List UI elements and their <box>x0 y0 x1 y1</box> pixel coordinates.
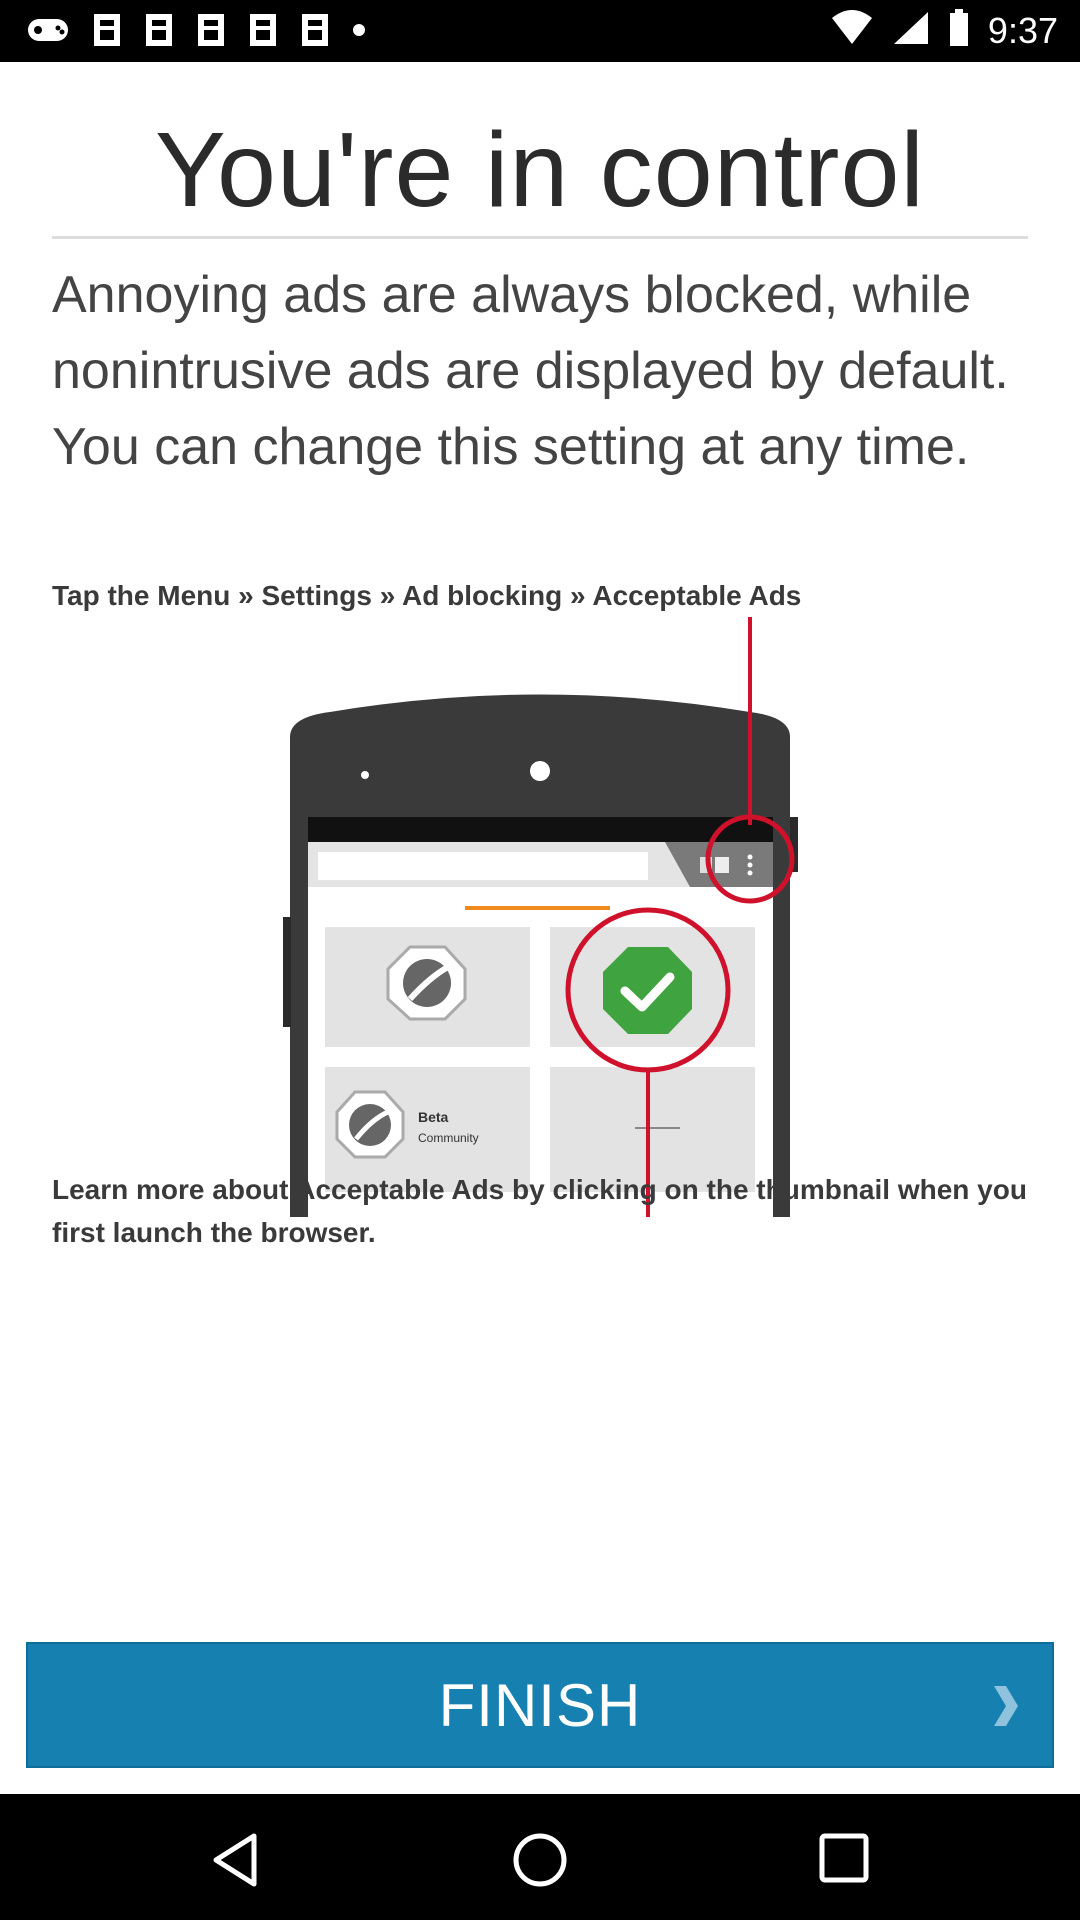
signal-icon <box>892 8 930 53</box>
page-title: You're in control <box>155 111 925 229</box>
menu-dot <box>747 854 753 860</box>
battery-icon <box>948 8 970 53</box>
home-icon[interactable] <box>512 1832 568 1893</box>
image-icon <box>144 12 174 53</box>
add-tile-icon <box>635 1127 680 1129</box>
finish-button[interactable]: FINISH <box>26 1642 1054 1768</box>
back-icon[interactable] <box>210 1832 260 1893</box>
learn-more-text: Learn more about Acceptable Ads by click… <box>52 1174 1027 1248</box>
active-tab-indicator <box>465 906 610 910</box>
beta-label: Beta <box>418 1109 449 1125</box>
status-time: 9:37 <box>987 9 1058 51</box>
menu-dot <box>747 870 753 876</box>
acceptable-ads-check-icon <box>603 947 692 1034</box>
image-icon <box>92 12 122 53</box>
phone-speaker-dot <box>361 771 369 779</box>
finish-button-label: FINISH <box>438 1671 642 1739</box>
community-label: Community <box>418 1131 479 1145</box>
phone-illustration: Beta Community <box>283 617 798 1217</box>
phone-camera-dot <box>530 761 550 781</box>
settings-path-instruction: Tap the Menu » Settings » Ad blocking » … <box>52 580 802 611</box>
image-icon <box>196 12 226 53</box>
chevron-right-icon <box>990 1684 1020 1733</box>
status-notifications <box>26 12 388 53</box>
lead-paragraph: Annoying ads are always blocked, while n… <box>52 266 1009 476</box>
onboarding-page: You're in control Annoying ads are alway… <box>0 62 1080 1794</box>
phone-side-button <box>283 917 291 1027</box>
navigation-bar <box>0 1794 1080 1920</box>
browser-status-strip <box>308 817 773 842</box>
dot-icon <box>352 23 366 42</box>
gamepad-icon <box>26 15 70 50</box>
status-system: 9:37 <box>812 8 1058 53</box>
image-icon <box>248 12 278 53</box>
image-icon <box>300 12 330 53</box>
browser-url-bar <box>318 852 648 880</box>
title-divider <box>52 236 1028 239</box>
status-bar: 9:37 <box>0 0 1080 62</box>
wifi-icon <box>830 8 874 53</box>
browser-tab-icon <box>715 857 729 873</box>
menu-dot <box>747 862 753 868</box>
recents-icon[interactable] <box>818 1832 870 1889</box>
